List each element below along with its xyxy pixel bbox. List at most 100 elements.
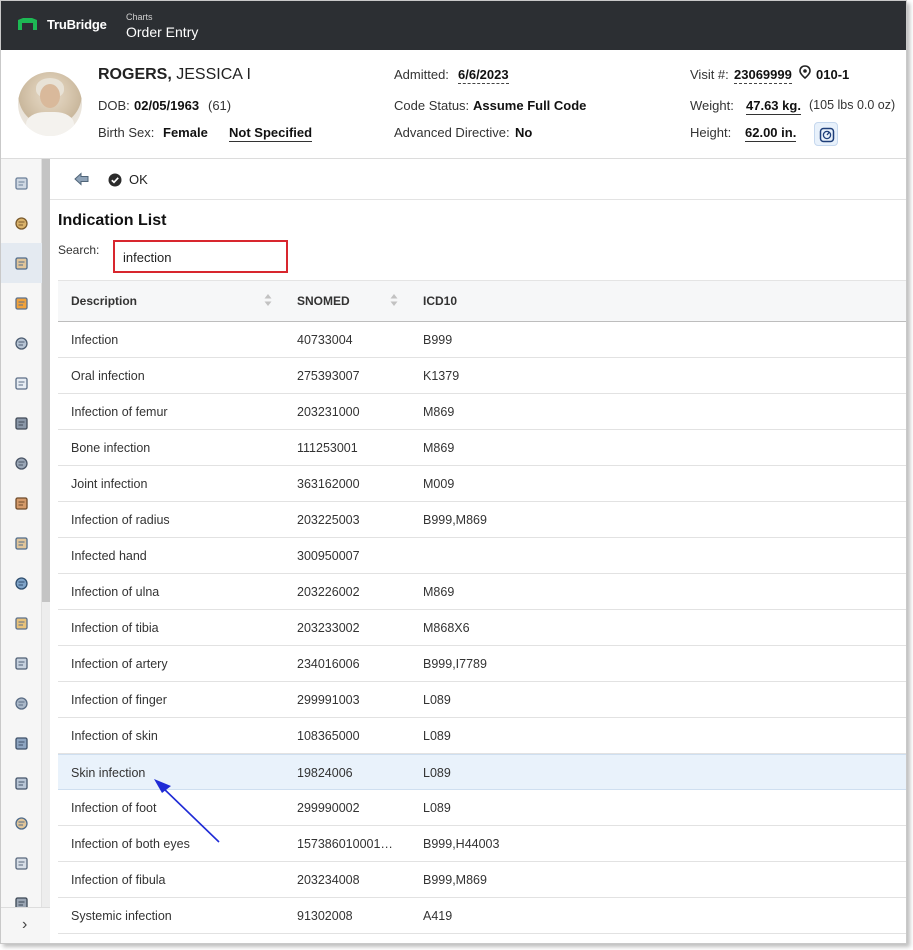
table-row[interactable]: Bone infection 111253001 M869 — [58, 430, 906, 466]
cell-snomed: 19824006 — [297, 766, 353, 780]
lab-flask-icon — [15, 657, 28, 670]
table-row[interactable]: Joint infection 363162000 M009 — [58, 466, 906, 502]
sidebar-scrollbar-thumb[interactable] — [42, 159, 50, 602]
sidebar-item[interactable] — [1, 763, 42, 803]
syringe-icon — [15, 697, 28, 710]
admitted-date[interactable]: 6/6/2023 — [458, 67, 509, 84]
patient-name: ROGERS, JESSICA I — [98, 66, 251, 84]
annotation-arrow-icon — [154, 779, 220, 843]
visit-number[interactable]: 23069999 — [734, 67, 792, 84]
back-arrow-icon[interactable] — [74, 172, 90, 186]
sidebar-item[interactable] — [1, 243, 42, 283]
sidebar-item[interactable] — [1, 403, 42, 443]
sidebar-item[interactable] — [1, 283, 42, 323]
column-header-icd10[interactable]: ICD10 — [423, 294, 457, 308]
column-header-snomed[interactable]: SNOMED — [297, 294, 350, 308]
sidebar-item[interactable] — [1, 643, 42, 683]
brand-name: TruBridge — [47, 17, 107, 32]
table-header: Description SNOMED ICD10 — [58, 280, 906, 322]
sort-icon[interactable] — [264, 293, 272, 307]
ok-button-label: OK — [129, 172, 148, 187]
cell-description: Infection of tibia — [71, 621, 159, 635]
cell-icd10: L089 — [423, 693, 451, 707]
cell-description: Infection of artery — [71, 657, 168, 671]
table-row[interactable]: Infection of tibia 203233002 M868X6 — [58, 610, 906, 646]
cell-snomed: 203233002 — [297, 621, 360, 635]
sidebar-item[interactable] — [1, 363, 42, 403]
patient-header: ROGERS, JESSICA I DOB: 02/05/1963 (61) B… — [1, 50, 906, 159]
cell-snomed: 275393007 — [297, 369, 360, 383]
cell-icd10: B999,H44003 — [423, 837, 500, 851]
cell-description: Bone infection — [71, 441, 151, 455]
table-row[interactable]: Infection of fibula 203234008 B999,M869 — [58, 862, 906, 898]
table-row[interactable]: Systemic infection 91302008 A419 — [58, 898, 906, 934]
sidebar-item[interactable] — [1, 323, 42, 363]
gender-identity-link[interactable]: Not Specified — [229, 125, 313, 142]
cell-description: Infection of finger — [71, 693, 167, 707]
sidebar-item[interactable] — [1, 203, 42, 243]
cell-snomed: 203225003 — [297, 513, 360, 527]
age-value: (61) — [208, 98, 232, 113]
table-row[interactable]: Infection of artery 234016006 B999,I7789 — [58, 646, 906, 682]
column-header-description[interactable]: Description — [71, 294, 137, 308]
table-row[interactable]: Infection of finger 299991003 L089 — [58, 682, 906, 718]
weight-scale-button[interactable] — [814, 122, 838, 146]
cell-icd10: B999,I7789 — [423, 657, 487, 671]
cell-icd10: B999,M869 — [423, 513, 487, 527]
person-icon — [15, 497, 28, 510]
advanced-directive-value: No — [515, 125, 533, 140]
cell-icd10: M869 — [423, 405, 455, 419]
sidebar-item[interactable] — [1, 683, 42, 723]
patient-photo — [18, 72, 82, 136]
orders-doc-icon — [15, 817, 28, 830]
sidebar-item[interactable] — [1, 483, 42, 523]
table-row[interactable]: Oral infection 275393007 K1379 — [58, 358, 906, 394]
dob-label: DOB: — [98, 98, 130, 113]
cell-snomed: 111253001 — [297, 441, 358, 455]
table-row[interactable]: Infection of radius 203225003 B999,M869 — [58, 502, 906, 538]
cell-snomed: 363162000 — [297, 477, 360, 491]
cell-description: Joint infection — [71, 477, 148, 491]
cell-description: Infection — [71, 333, 119, 347]
height-value[interactable]: 62.00 in. — [745, 125, 797, 142]
search-label: Search: — [58, 243, 100, 257]
height-label: Height: — [690, 125, 732, 140]
sidebar-item[interactable] — [1, 523, 42, 563]
cell-icd10: L089 — [423, 801, 451, 815]
chart-summary-icon — [15, 177, 28, 190]
sidebar-item[interactable] — [1, 443, 42, 483]
weight-label: Weight: — [690, 98, 734, 113]
sidebar-item[interactable] — [1, 843, 42, 883]
cell-snomed: 203234008 — [297, 873, 360, 887]
table-row[interactable]: Infection 40733004 B999 — [58, 322, 906, 358]
medications-icon — [15, 297, 28, 310]
cell-snomed: 299990002 — [297, 801, 360, 815]
notes-icon — [15, 377, 28, 390]
sidebar-item[interactable] — [1, 723, 42, 763]
weight-value[interactable]: 47.63 kg. — [746, 98, 801, 115]
sidebar-item[interactable] — [1, 803, 42, 843]
table-row[interactable]: Infection of ulna 203226002 M869 — [58, 574, 906, 610]
cell-description: Skin infection — [71, 766, 146, 780]
sidebar-item[interactable] — [1, 603, 42, 643]
sidebar-item[interactable] — [1, 163, 42, 203]
birth-sex-label: Birth Sex: — [98, 125, 155, 140]
sidebar-expand-button[interactable]: › — [1, 907, 50, 943]
cell-description: Infection of skin — [71, 729, 158, 743]
sidebar-nav — [1, 159, 42, 943]
globe-icon — [15, 577, 28, 590]
clock-icon — [15, 217, 28, 230]
visit-label: Visit #: — [690, 67, 729, 82]
sort-icon[interactable] — [390, 293, 398, 307]
breadcrumb-section[interactable]: Charts — [126, 12, 153, 22]
search-input[interactable] — [123, 248, 273, 266]
table-row[interactable]: Infection of skin 108365000 L089 — [58, 718, 906, 754]
cell-description: Systemic infection — [71, 909, 172, 923]
table-row[interactable]: Infected hand 300950007 — [58, 538, 906, 574]
table-row[interactable]: Infection of femur 203231000 M869 — [58, 394, 906, 430]
cell-snomed: 300950007 — [297, 549, 360, 563]
cell-icd10: L089 — [423, 766, 451, 780]
birth-sex-value: Female — [163, 125, 208, 140]
sidebar-item[interactable] — [1, 563, 42, 603]
cell-icd10: L089 — [423, 729, 451, 743]
